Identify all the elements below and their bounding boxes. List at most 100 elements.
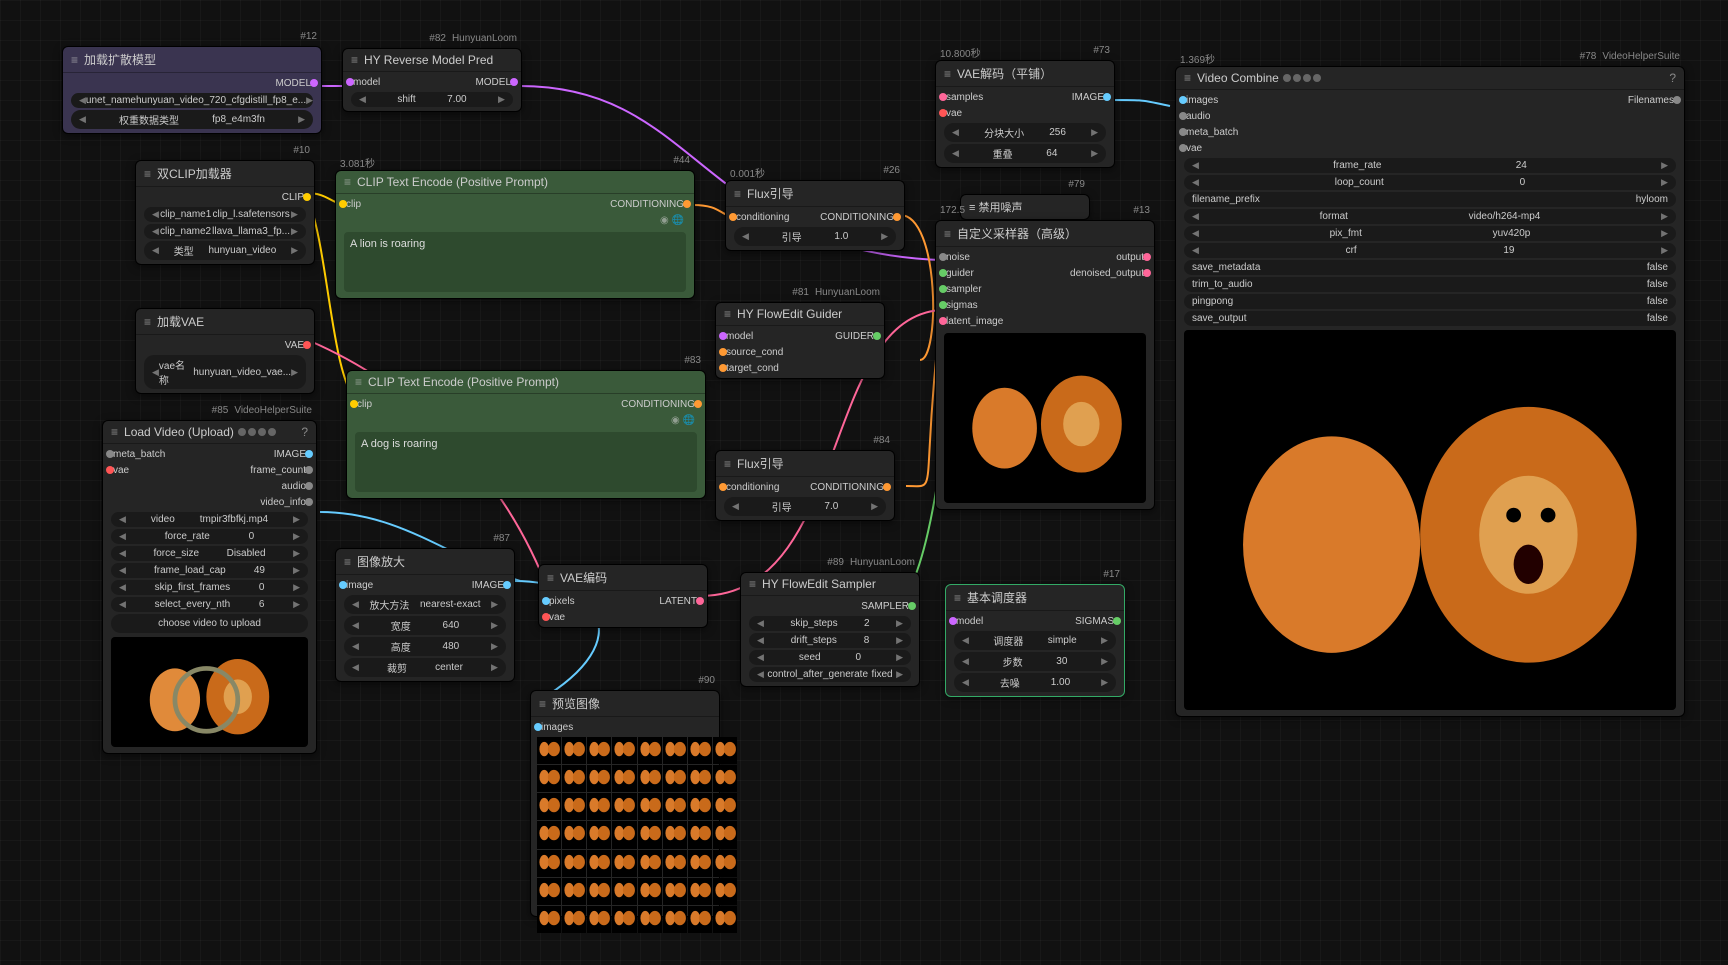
widget-drift-steps[interactable]: ◀drift_steps8▶ bbox=[749, 633, 911, 648]
widget-seed[interactable]: ◀seed0▶ bbox=[749, 650, 911, 665]
menu-icon[interactable]: ≡ bbox=[351, 53, 358, 67]
menu-icon[interactable]: ≡ bbox=[355, 375, 362, 389]
globe-icon[interactable]: 🌐 bbox=[683, 415, 695, 426]
menu-icon[interactable]: ≡ bbox=[71, 53, 78, 67]
widget-format[interactable]: ◀formatvideo/h264-mp4▶ bbox=[1184, 209, 1676, 224]
widget-denoise[interactable]: ◀去噪1.00▶ bbox=[954, 673, 1116, 692]
widget-guidance[interactable]: ◀引导7.0▶ bbox=[724, 497, 886, 516]
widget-pingpong[interactable]: pingpongfalse bbox=[1184, 294, 1676, 309]
menu-icon[interactable]: ≡ bbox=[344, 175, 351, 189]
node-flowedit-sampler[interactable]: #89 HunyuanLoom ≡ HY FlowEdit Sampler SA… bbox=[740, 572, 920, 687]
node-preview-image[interactable]: #90 ≡ 预览图像 images bbox=[530, 690, 720, 917]
node-clip-encode-positive-2[interactable]: #83 ≡ CLIP Text Encode (Positive Prompt)… bbox=[346, 370, 706, 499]
widget-steps[interactable]: ◀步数30▶ bbox=[954, 652, 1116, 671]
widget-pixfmt[interactable]: ◀pix_fmtyuv420p▶ bbox=[1184, 226, 1676, 241]
node-dual-clip-loader[interactable]: #10 ≡ 双CLIP加载器 CLIP ◀clip_name1clip_l.sa… bbox=[135, 160, 315, 265]
menu-icon[interactable]: ≡ bbox=[749, 577, 756, 591]
menu-icon[interactable]: ≡ bbox=[734, 187, 741, 201]
menu-icon[interactable]: ≡ bbox=[539, 697, 546, 711]
choose-video-button[interactable]: choose video to upload bbox=[111, 614, 308, 633]
widget-clip-name1[interactable]: ◀clip_name1clip_l.safetensors▶ bbox=[144, 207, 306, 222]
node-header[interactable]: ≡ 自定义采样器（高级） bbox=[936, 221, 1154, 247]
widget-skip-steps[interactable]: ◀skip_steps2▶ bbox=[749, 616, 911, 631]
widget-video[interactable]: ◀videotmpir3fbfkj.mp4▶ bbox=[111, 512, 308, 527]
node-header[interactable]: ≡ VAE解码（平铺） bbox=[936, 61, 1114, 87]
node-header[interactable]: ≡ 图像放大 bbox=[336, 549, 514, 575]
widget-crop[interactable]: ◀裁剪center▶ bbox=[344, 658, 506, 677]
widget-control-after[interactable]: ◀control_after_generatefixed▶ bbox=[749, 667, 911, 682]
node-header[interactable]: ≡ Video Combine ? bbox=[1176, 67, 1684, 90]
node-load-diffusion-model[interactable]: #12 ≡ 加载扩散模型 MODEL ◀unet_namehunyuan_vid… bbox=[62, 46, 322, 134]
node-vae-encode[interactable]: ≡ VAE编码 pixelsLATENT vae bbox=[538, 564, 708, 628]
node-header[interactable]: ≡ Flux引导 bbox=[726, 181, 904, 207]
widget-skip-frames[interactable]: ◀skip_first_frames0▶ bbox=[111, 580, 308, 595]
menu-icon[interactable]: ≡ bbox=[944, 67, 951, 81]
node-basic-scheduler[interactable]: #17 ≡ 基本调度器 modelSIGMAS ◀调度器simple▶ ◀步数3… bbox=[945, 584, 1125, 697]
menu-icon[interactable]: ≡ bbox=[144, 167, 151, 181]
widget-shift[interactable]: ◀shift7.00▶ bbox=[351, 92, 513, 107]
node-header[interactable]: ≡ Flux引导 bbox=[716, 451, 894, 477]
widget-clip-name2[interactable]: ◀clip_name2llava_llama3_fp...▶ bbox=[144, 224, 306, 239]
widget-filename-prefix[interactable]: filename_prefixhyloom bbox=[1184, 192, 1676, 207]
node-vae-decode-tiled[interactable]: 10.800秒 #73 ≡ VAE解码（平铺） samplesIMAGE vae… bbox=[935, 60, 1115, 168]
widget-frame-rate[interactable]: ◀frame_rate24▶ bbox=[1184, 158, 1676, 173]
widget-select-nth[interactable]: ◀select_every_nth6▶ bbox=[111, 597, 308, 612]
widget-frame-load-cap[interactable]: ◀frame_load_cap49▶ bbox=[111, 563, 308, 578]
widget-type[interactable]: ◀类型hunyuan_video▶ bbox=[144, 241, 306, 260]
widget-overlap[interactable]: ◀重叠64▶ bbox=[944, 144, 1106, 163]
node-header[interactable]: ≡ CLIP Text Encode (Positive Prompt) bbox=[336, 171, 694, 194]
widget-scheduler[interactable]: ◀调度器simple▶ bbox=[954, 631, 1116, 650]
node-header[interactable]: ≡ HY Reverse Model Pred bbox=[343, 49, 521, 72]
node-clip-encode-positive-1[interactable]: 3.081秒 #44 ≡ CLIP Text Encode (Positive … bbox=[335, 170, 695, 299]
menu-icon[interactable]: ≡ bbox=[144, 315, 151, 329]
node-reverse-model-pred[interactable]: #82 HunyuanLoom ≡ HY Reverse Model Pred … bbox=[342, 48, 522, 112]
node-custom-sampler-advanced[interactable]: 172.5 #13 ≡ 自定义采样器（高级） noiseoutput guide… bbox=[935, 220, 1155, 510]
node-flux-guidance-2[interactable]: #84 ≡ Flux引导 conditioningCONDITIONING ◀引… bbox=[715, 450, 895, 521]
prompt-textarea[interactable]: A lion is roaring bbox=[344, 232, 686, 292]
node-header[interactable]: ≡ 加载VAE bbox=[136, 309, 314, 335]
menu-icon[interactable]: ≡ bbox=[954, 591, 961, 605]
menu-icon[interactable]: ≡ bbox=[969, 202, 975, 214]
node-header[interactable]: ≡ Load Video (Upload) ? bbox=[103, 421, 316, 444]
menu-icon[interactable]: ≡ bbox=[724, 457, 731, 471]
node-header[interactable]: ≡ 预览图像 bbox=[531, 691, 719, 717]
node-flux-guidance-1[interactable]: 0.001秒 #26 ≡ Flux引导 conditioningCONDITIO… bbox=[725, 180, 905, 251]
node-header[interactable]: ≡ 双CLIP加载器 bbox=[136, 161, 314, 187]
widget-tile-size[interactable]: ◀分块大小256▶ bbox=[944, 123, 1106, 142]
node-header[interactable]: ≡ CLIP Text Encode (Positive Prompt) bbox=[347, 371, 705, 394]
menu-icon[interactable]: ≡ bbox=[344, 555, 351, 569]
prompt-textarea[interactable]: A dog is roaring bbox=[355, 432, 697, 492]
widget-width[interactable]: ◀宽度640▶ bbox=[344, 616, 506, 635]
menu-icon[interactable]: ≡ bbox=[944, 227, 951, 241]
widget-height[interactable]: ◀高度480▶ bbox=[344, 637, 506, 656]
widget-save-output[interactable]: save_outputfalse bbox=[1184, 311, 1676, 326]
node-flowedit-guider[interactable]: #81 HunyuanLoom ≡ HY FlowEdit Guider mod… bbox=[715, 302, 885, 379]
node-load-vae[interactable]: ≡ 加载VAE VAE ◀vae名称hunyuan_video_vae...▶ bbox=[135, 308, 315, 394]
node-header[interactable]: ≡ HY FlowEdit Guider bbox=[716, 303, 884, 326]
node-header[interactable]: ≡ VAE编码 bbox=[539, 565, 707, 591]
node-image-upscale[interactable]: #87 ≡ 图像放大 imageIMAGE ◀放大方法nearest-exact… bbox=[335, 548, 515, 682]
widget-trim-to-audio[interactable]: trim_to_audiofalse bbox=[1184, 277, 1676, 292]
widget-guidance[interactable]: ◀引导1.0▶ bbox=[734, 227, 896, 246]
node-video-combine[interactable]: 1.369秒 #78 VideoHelperSuite ≡ Video Comb… bbox=[1175, 66, 1685, 717]
widget-crf[interactable]: ◀crf19▶ bbox=[1184, 243, 1676, 258]
node-header[interactable]: ≡ 加载扩散模型 bbox=[63, 47, 321, 73]
menu-icon[interactable]: ≡ bbox=[111, 425, 118, 439]
node-header[interactable]: ≡ 基本调度器 bbox=[946, 585, 1124, 611]
widget-upscale-method[interactable]: ◀放大方法nearest-exact▶ bbox=[344, 595, 506, 614]
menu-icon[interactable]: ≡ bbox=[724, 307, 731, 321]
node-disable-noise[interactable]: #79 ≡ 禁用噪声 bbox=[960, 194, 1090, 220]
widget-force-rate[interactable]: ◀force_rate0▶ bbox=[111, 529, 308, 544]
widget-vae-name[interactable]: ◀vae名称hunyuan_video_vae...▶ bbox=[144, 355, 306, 389]
widget-loop-count[interactable]: ◀loop_count0▶ bbox=[1184, 175, 1676, 190]
node-header[interactable]: ≡ HY FlowEdit Sampler bbox=[741, 573, 919, 596]
eye-icon[interactable]: ◉ bbox=[660, 215, 669, 226]
help-icon[interactable]: ? bbox=[301, 425, 308, 439]
globe-icon[interactable]: 🌐 bbox=[672, 215, 684, 226]
widget-weight-dtype[interactable]: ◀权重数据类型fp8_e4m3fn▶ bbox=[71, 110, 313, 129]
help-icon[interactable]: ? bbox=[1669, 71, 1676, 85]
widget-save-metadata[interactable]: save_metadatafalse bbox=[1184, 260, 1676, 275]
menu-icon[interactable]: ≡ bbox=[1184, 71, 1191, 85]
menu-icon[interactable]: ≡ bbox=[547, 571, 554, 585]
eye-icon[interactable]: ◉ bbox=[671, 415, 680, 426]
